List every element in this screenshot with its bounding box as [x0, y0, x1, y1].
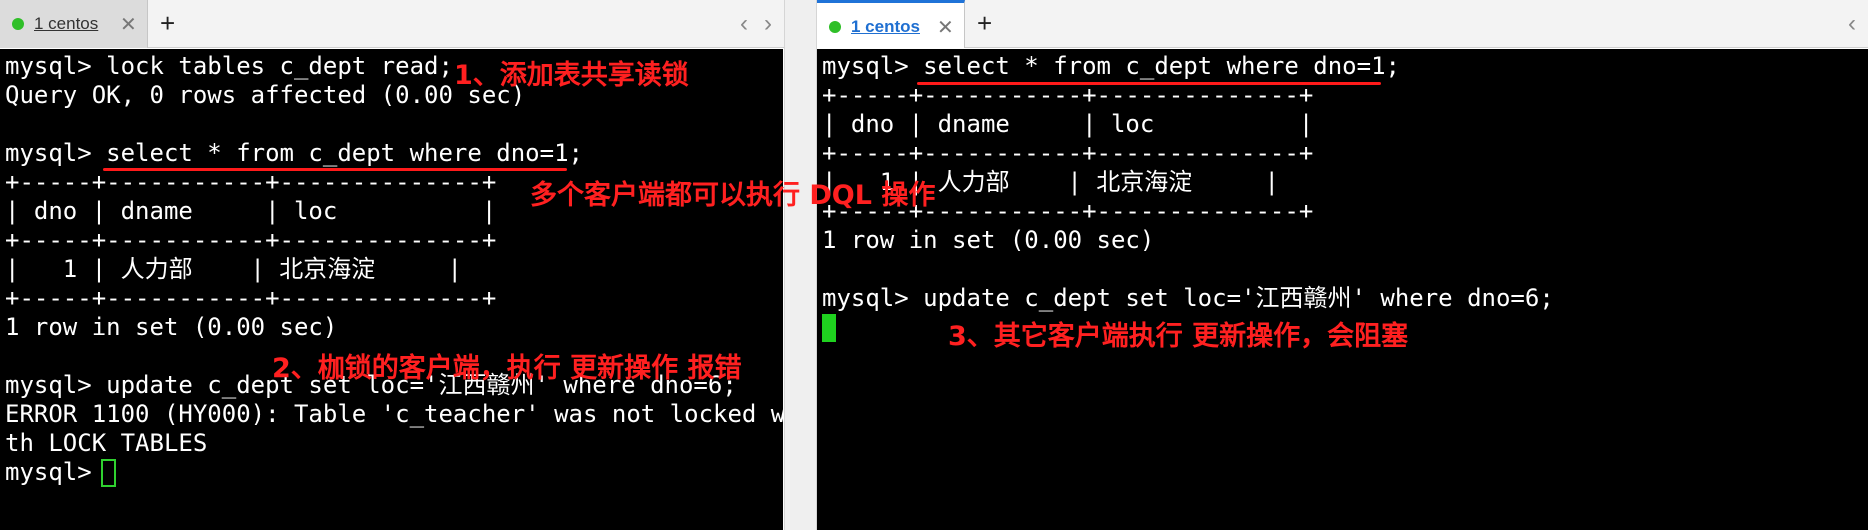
connection-status-icon — [829, 21, 841, 33]
underline-left-select — [103, 168, 567, 171]
left-scroll-tabs-right-icon[interactable]: › — [764, 10, 772, 38]
terminal-line: mysql> select * from c_dept where dno=1; — [5, 139, 583, 167]
right-terminal-pane: 1 centos ✕ + ‹ mysql> select * from c_de… — [817, 0, 1868, 530]
terminal-line: +-----+-----------+--------------+ — [5, 284, 497, 312]
annotation-step-3: 3、其它客户端执行 更新操作，会阻塞 — [948, 321, 1409, 352]
terminal-line: 1 row in set (0.00 sec) — [5, 313, 338, 341]
terminal-line: mysql> — [5, 458, 107, 486]
terminal-line: +-----+-----------+--------------+ — [822, 81, 1314, 109]
terminal-cursor — [101, 459, 116, 487]
left-scroll-tabs-left-icon[interactable]: ‹ — [740, 10, 748, 38]
annotation-step-1: 1、添加表共享读锁 — [454, 60, 689, 91]
pane-divider[interactable] — [784, 0, 817, 530]
left-terminal-output[interactable]: mysql> lock tables c_dept read; Query OK… — [0, 49, 783, 530]
right-terminal-output[interactable]: mysql> select * from c_dept where dno=1;… — [817, 49, 1868, 530]
terminal-line: th LOCK TABLES — [5, 429, 208, 457]
terminal-line: Query OK, 0 rows affected (0.00 sec) — [5, 81, 526, 109]
terminal-line: mysql> select * from c_dept where dno=1; — [822, 52, 1400, 80]
terminal-line: ERROR 1100 (HY000): Table 'c_teacher' wa… — [5, 400, 783, 428]
left-session-tab[interactable]: 1 centos ✕ — [0, 0, 148, 48]
left-tab-close-icon[interactable]: ✕ — [120, 12, 137, 37]
right-add-tab-icon[interactable]: + — [977, 8, 992, 39]
terminal-line: | dno | dname | loc | — [5, 197, 497, 225]
terminal-cursor — [822, 314, 836, 342]
terminal-line: mysql> lock tables c_dept read; — [5, 52, 453, 80]
terminal-line: 1 row in set (0.00 sec) — [822, 226, 1155, 254]
terminal-line: +-----+-----------+--------------+ — [5, 226, 497, 254]
terminal-line: | dno | dname | loc | — [822, 110, 1314, 138]
terminal-line: | 1 | 人力部 | 北京海淀 | — [5, 255, 462, 283]
right-tab-bar: 1 centos ✕ + ‹ — [817, 0, 1868, 48]
terminal-line: +-----+-----------+--------------+ — [5, 168, 497, 196]
left-tab-bar: 1 centos ✕ + ‹ › — [0, 0, 784, 48]
right-tab-label[interactable]: 1 centos — [851, 17, 920, 37]
annotation-step-2: 2、枷锁的客户端，执行 更新操作 报错 — [272, 353, 742, 384]
left-tab-label[interactable]: 1 centos — [34, 14, 98, 34]
terminal-line: +-----+-----------+--------------+ — [822, 139, 1314, 167]
annotation-dql: 多个客户端都可以执行 DQL 操作 — [530, 180, 936, 211]
right-tab-close-icon[interactable]: ✕ — [937, 15, 954, 40]
right-session-tab[interactable]: 1 centos ✕ — [817, 0, 965, 48]
left-add-tab-icon[interactable]: + — [160, 8, 175, 39]
underline-right-select — [917, 82, 1381, 85]
terminal-line: mysql> update c_dept set loc='江西赣州' wher… — [822, 284, 1554, 312]
right-scroll-tabs-left-icon[interactable]: ‹ — [1848, 10, 1856, 38]
connection-status-icon — [12, 18, 24, 30]
